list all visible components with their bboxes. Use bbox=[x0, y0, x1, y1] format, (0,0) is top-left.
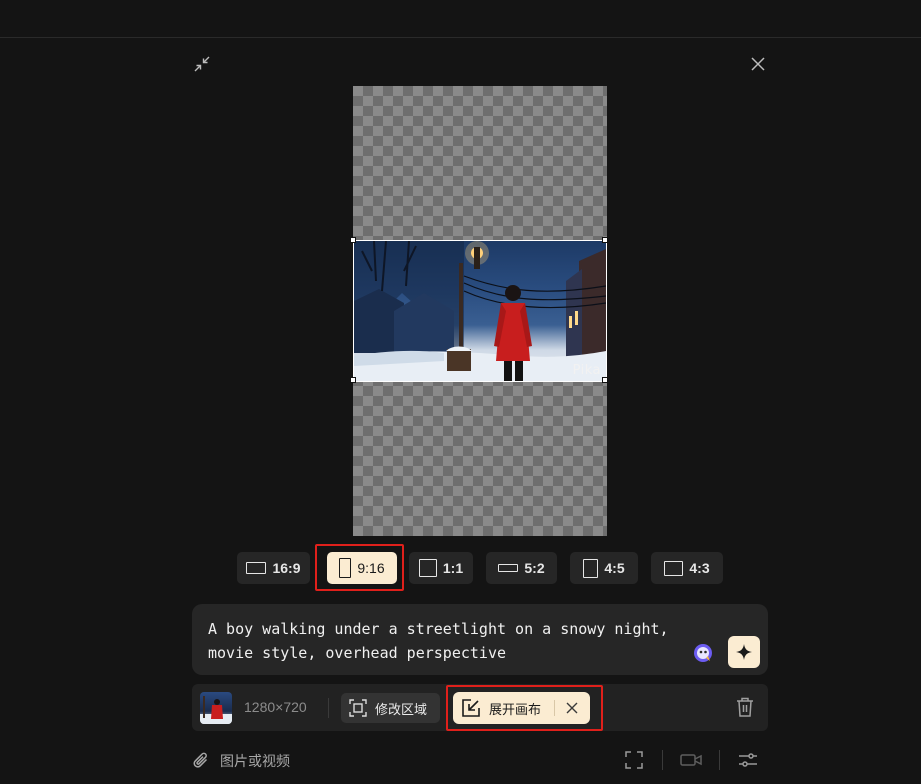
highlight-box-9-16 bbox=[315, 544, 404, 591]
expand-canvas-preview[interactable]: Pika bbox=[350, 86, 608, 536]
ratio-label: 5:2 bbox=[524, 560, 545, 576]
video-camera-icon[interactable] bbox=[680, 750, 702, 770]
snowy-night-scene-image bbox=[354, 241, 606, 381]
resize-handle-top-left[interactable] bbox=[350, 237, 356, 243]
attach-label: 图片或视频 bbox=[220, 753, 290, 769]
collapse-arrows-icon[interactable] bbox=[192, 54, 212, 74]
divider bbox=[662, 750, 663, 770]
source-image-frame[interactable]: Pika bbox=[353, 240, 607, 382]
fullscreen-icon[interactable] bbox=[624, 750, 644, 770]
ratio-label: 4:3 bbox=[689, 560, 710, 576]
top-bar bbox=[0, 0, 921, 38]
source-thumbnail[interactable] bbox=[200, 692, 232, 724]
region-select-icon bbox=[349, 699, 367, 717]
resize-handle-bottom-left[interactable] bbox=[350, 377, 356, 383]
landscape-ratio-icon bbox=[246, 562, 267, 574]
image-dimensions: 1280×720 bbox=[244, 699, 307, 715]
landscape-ratio-icon bbox=[664, 560, 684, 576]
trash-icon[interactable] bbox=[736, 697, 756, 717]
modify-region-button[interactable]: 修改区域 bbox=[341, 693, 440, 723]
ratio-16-9-button[interactable]: 16:9 bbox=[237, 552, 310, 584]
pika-watermark: Pika bbox=[572, 363, 601, 378]
resize-handle-top-right[interactable] bbox=[602, 237, 608, 243]
ratio-1-1-button[interactable]: 1:1 bbox=[409, 552, 473, 584]
prompt-textarea[interactable]: A boy walking under a streetlight on a s… bbox=[208, 617, 698, 665]
sparkle-icon[interactable] bbox=[728, 636, 760, 668]
modify-region-label: 修改区域 bbox=[375, 701, 428, 717]
highlight-box-expand-canvas bbox=[446, 685, 603, 731]
ratio-4-3-button[interactable]: 4:3 bbox=[651, 552, 723, 584]
prompt-panel[interactable]: A boy walking under a streetlight on a s… bbox=[192, 604, 768, 675]
divider bbox=[719, 750, 720, 770]
portrait-ratio-icon bbox=[583, 558, 599, 578]
divider bbox=[328, 698, 329, 718]
ratio-5-2-button[interactable]: 5:2 bbox=[486, 552, 557, 584]
ratio-label: 1:1 bbox=[442, 560, 464, 576]
attach-media-button[interactable]: 图片或视频 bbox=[192, 750, 290, 772]
ratio-label: 4:5 bbox=[604, 560, 625, 576]
ai-assistant-icon[interactable] bbox=[692, 642, 714, 664]
resize-handle-bottom-right[interactable] bbox=[602, 377, 608, 383]
wide-ratio-icon bbox=[498, 564, 519, 572]
square-ratio-icon bbox=[418, 559, 437, 577]
sliders-icon[interactable] bbox=[738, 750, 758, 770]
ratio-label: 16:9 bbox=[272, 560, 301, 576]
close-icon[interactable] bbox=[748, 54, 768, 74]
ratio-4-5-button[interactable]: 4:5 bbox=[570, 552, 638, 584]
paperclip-icon bbox=[193, 752, 208, 768]
